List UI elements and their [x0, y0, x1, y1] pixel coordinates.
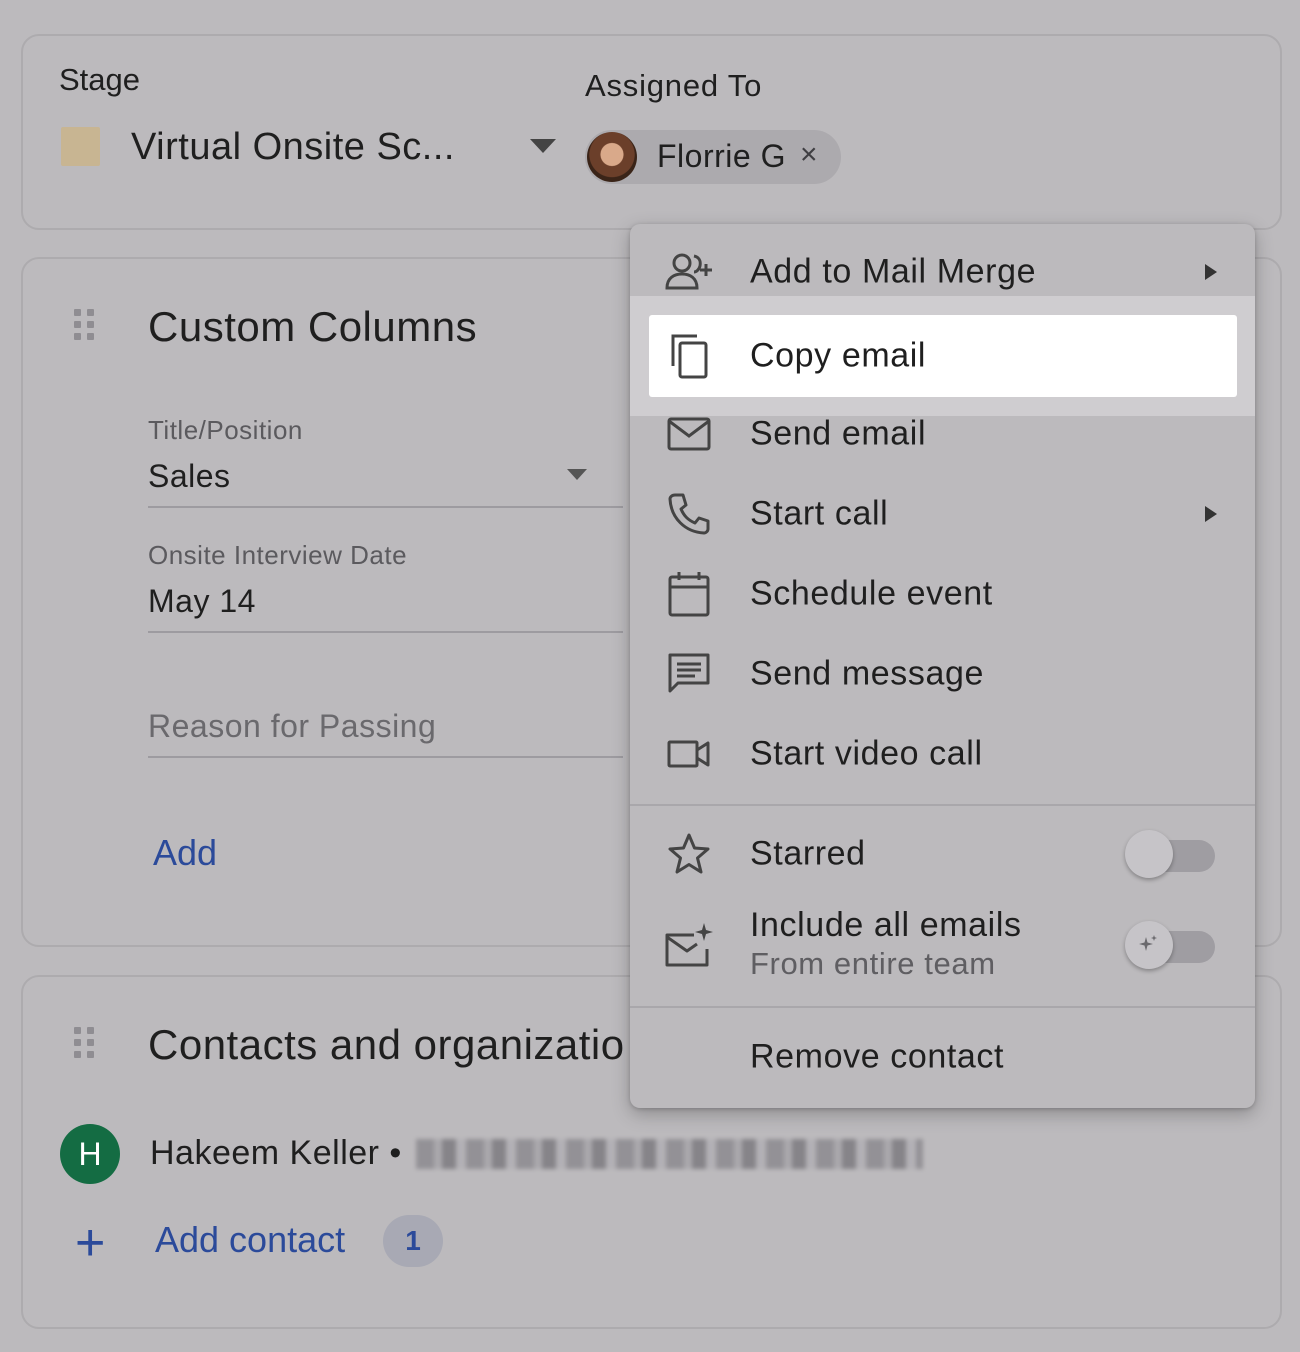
menu-item-label: Copy email [750, 336, 927, 375]
star-icon [664, 829, 714, 879]
mail-icon [664, 409, 714, 459]
copy-icon [664, 331, 714, 381]
field-label: Title/Position [148, 415, 303, 445]
menu-divider [630, 1006, 1255, 1008]
include-all-emails-toggle[interactable] [1125, 921, 1215, 969]
add-column-button[interactable]: Add [153, 832, 217, 874]
calendar-icon [664, 569, 714, 619]
drag-handle-icon[interactable] [74, 1027, 96, 1059]
stage-select[interactable]: Virtual Onsite Sc... [131, 126, 455, 169]
assignee-name: Florrie G [657, 138, 786, 174]
sparkle-icon [1125, 921, 1173, 969]
avatar: H [60, 1124, 120, 1184]
stage-color-swatch [61, 127, 100, 166]
menu-item-include-all-emails[interactable]: Include all emails From entire team [630, 904, 1255, 986]
section-title: Custom Columns [148, 303, 478, 350]
field-label: Onsite Interview Date [148, 540, 408, 570]
menu-item-label: Start video call [750, 734, 983, 773]
menu-item-label: Starred [750, 834, 866, 873]
chevron-down-icon[interactable] [567, 469, 587, 480]
interview-date-field[interactable]: May 14 [148, 583, 256, 620]
section-title: Contacts and organizatio [148, 1021, 625, 1068]
stage-dropdown-caret-icon[interactable] [530, 139, 556, 153]
redacted-email [416, 1139, 923, 1169]
menu-item-label: Add to Mail Merge [750, 252, 1037, 291]
contact-context-menu: Add to Mail Merge Copy email Send email … [630, 224, 1255, 1108]
submenu-arrow-icon [1205, 264, 1217, 280]
add-contact-button[interactable]: Add contact [155, 1219, 345, 1261]
plus-icon[interactable]: + [75, 1217, 105, 1269]
phone-icon [664, 489, 714, 539]
message-icon [664, 649, 714, 699]
menu-item-send-email[interactable]: Send email [630, 394, 1255, 474]
menu-item-label: Include all emails [750, 906, 1022, 944]
close-icon[interactable]: × [800, 138, 818, 172]
menu-item-label: Send email [750, 414, 927, 453]
menu-item-start-call[interactable]: Start call [630, 474, 1255, 554]
menu-item-starred[interactable]: Starred [630, 814, 1255, 894]
menu-item-start-video-call[interactable]: Start video call [630, 714, 1255, 794]
menu-item-sublabel: From entire team [750, 946, 996, 981]
count-badge: 1 [383, 1215, 443, 1267]
assigned-label: Assigned To [585, 68, 763, 103]
field-underline [148, 756, 623, 758]
assignee-chip[interactable]: Florrie G × [585, 130, 841, 184]
video-icon [664, 729, 714, 779]
drag-handle-icon[interactable] [74, 309, 96, 341]
stage-label: Stage [59, 62, 141, 97]
reason-for-passing-field[interactable]: Reason for Passing [148, 708, 436, 745]
menu-item-add-to-mail-merge[interactable]: Add to Mail Merge [630, 232, 1255, 312]
starred-toggle[interactable] [1125, 830, 1215, 878]
menu-item-schedule-event[interactable]: Schedule event [630, 554, 1255, 634]
menu-item-label: Start call [750, 494, 889, 533]
contact-name[interactable]: Hakeem Keller • [150, 1134, 402, 1173]
mail-sparkle-icon [664, 920, 714, 970]
submenu-arrow-icon [1205, 506, 1217, 522]
field-underline [148, 631, 623, 633]
menu-item-copy-email[interactable]: Copy email [630, 316, 1255, 396]
stage-card: Stage Virtual Onsite Sc... Assigned To F… [21, 34, 1282, 230]
menu-divider [630, 804, 1255, 806]
menu-item-label: Schedule event [750, 574, 993, 613]
menu-item-label: Send message [750, 654, 985, 693]
menu-item-label: Remove contact [750, 1037, 1005, 1076]
field-underline [148, 506, 623, 508]
assignee-avatar [587, 132, 637, 182]
add-person-icon [664, 247, 714, 297]
menu-item-remove-contact[interactable]: Remove contact [630, 1017, 1255, 1097]
menu-item-send-message[interactable]: Send message [630, 634, 1255, 714]
title-position-select[interactable]: Sales [148, 458, 231, 495]
